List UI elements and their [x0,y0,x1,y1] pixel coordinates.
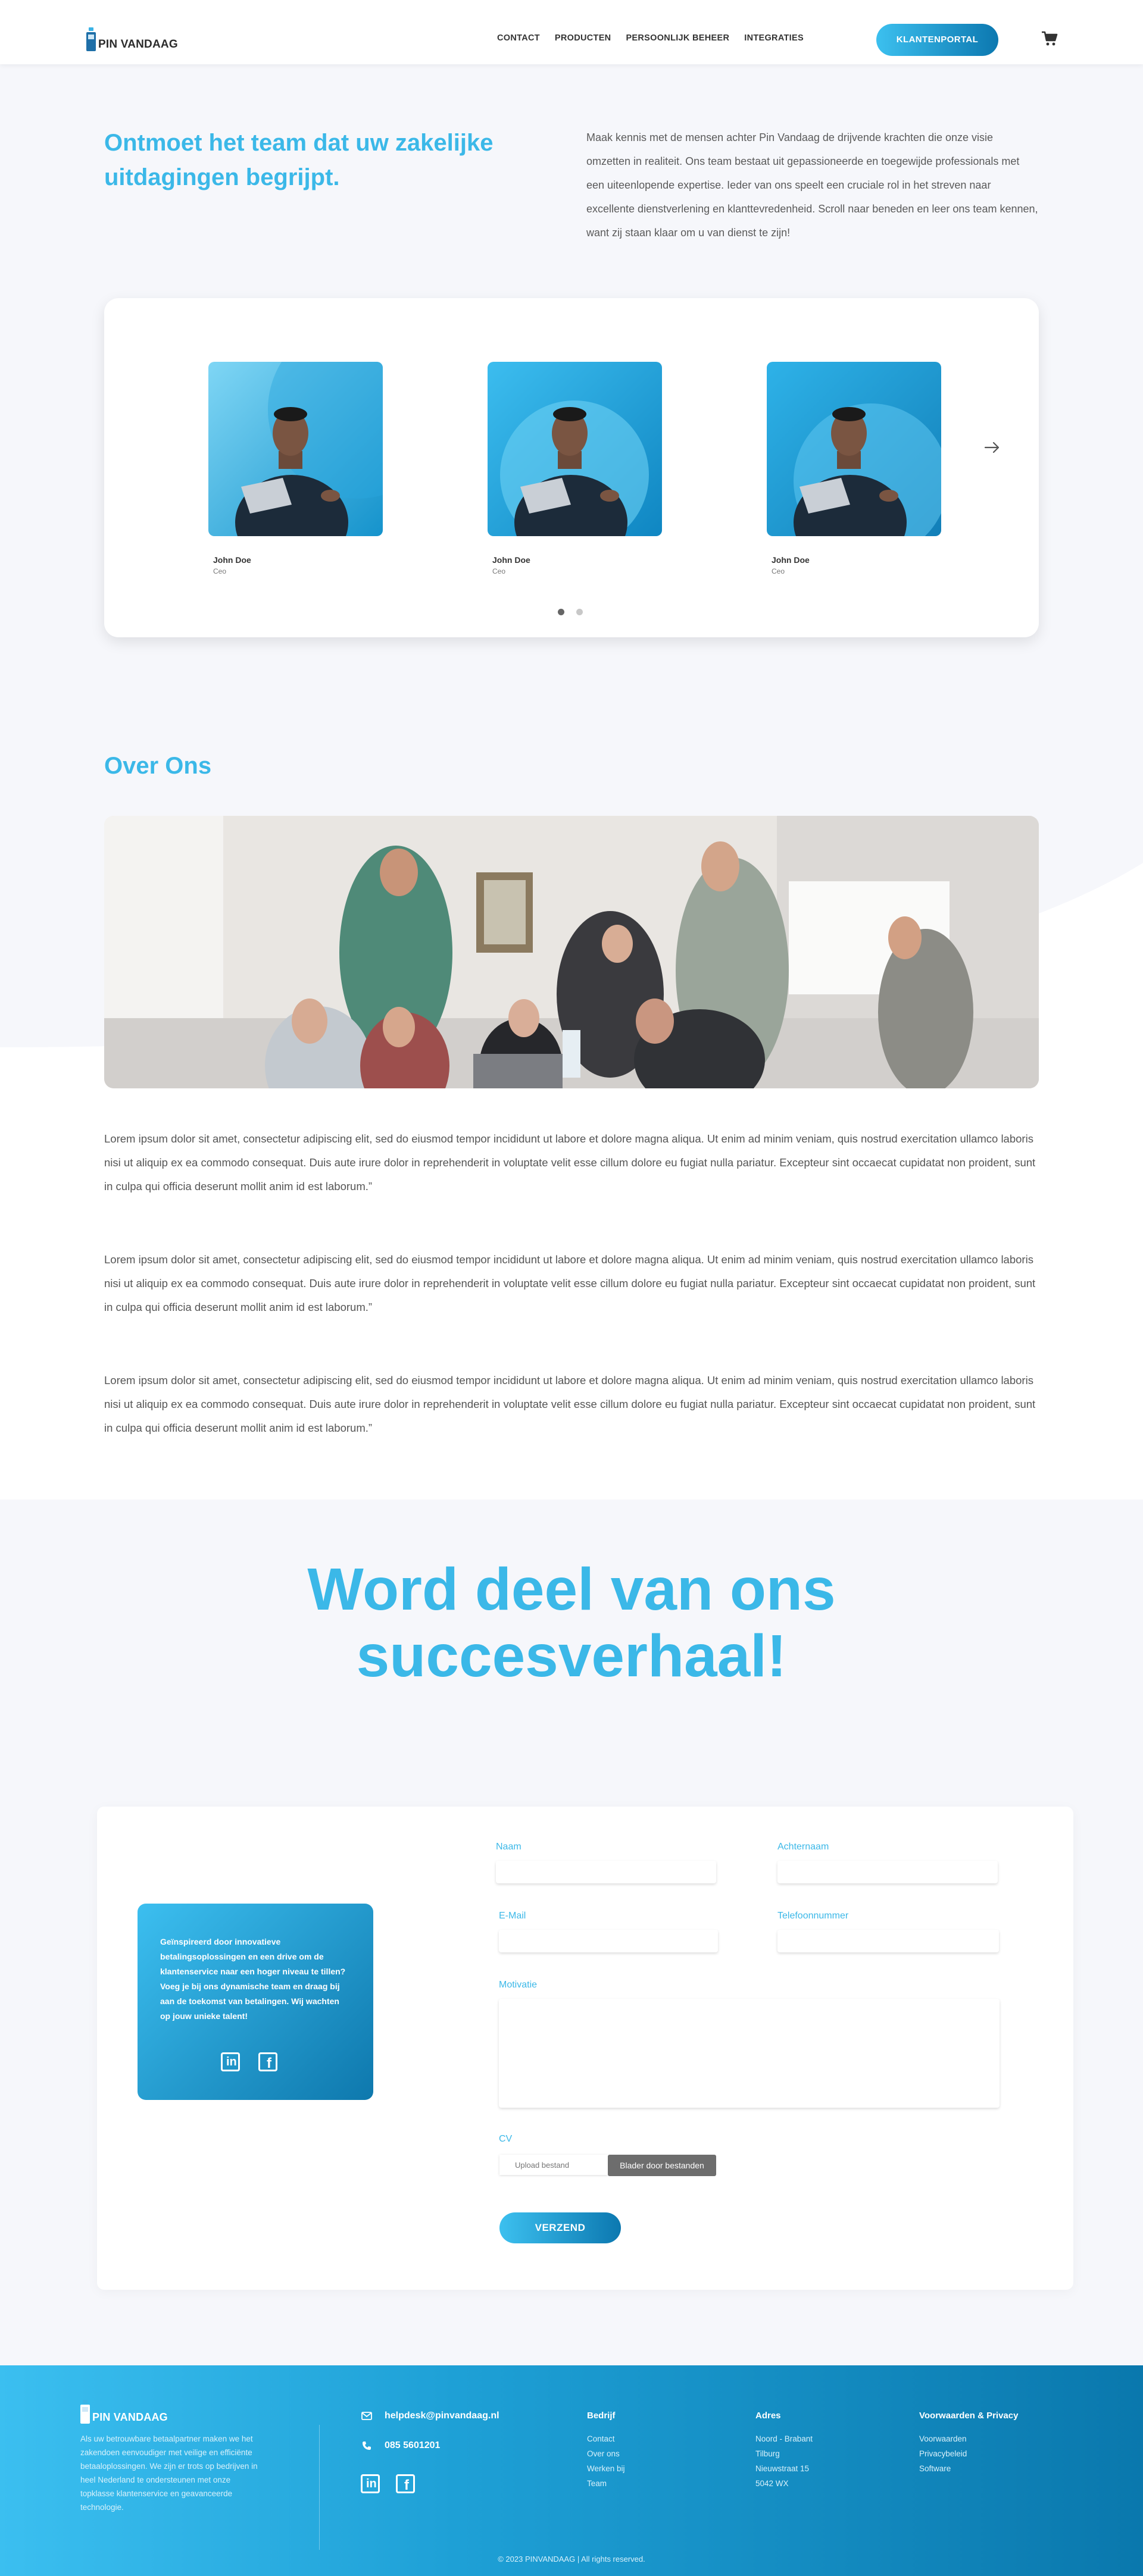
footer-email[interactable]: helpdesk@pinvandaag.nl [361,2411,499,2421]
about-title: Over Ons [104,753,212,779]
mail-icon [361,2412,373,2420]
pin-terminal-icon [80,2400,90,2424]
first-name-input[interactable] [496,1861,716,1883]
team-intro: Maak kennis met de mensen achter Pin Van… [586,132,1038,239]
copyright: © 2023 PINVANDAAG | All rights reserved. [498,2555,645,2564]
motivation-textarea[interactable] [499,1999,1000,2108]
nav-contact[interactable]: CONTACT [497,33,540,43]
team-member-card[interactable]: John Doe Ceo [488,362,662,575]
browse-files-button[interactable]: Blader door bestanden [608,2155,716,2176]
footer-link-software[interactable]: Software [919,2461,1018,2476]
footer-link-voorwaarden[interactable]: Voorwaarden [919,2431,1018,2446]
klantenportal-button[interactable]: KLANTENPORTAL [876,24,998,56]
carousel-dot[interactable] [576,609,583,615]
email-input[interactable] [499,1930,718,1952]
join-heading-line2: succesverhaal! [356,1623,787,1689]
footer-col-privacy: Voorwaarden & Privacy Voorwaarden Privac… [919,2411,1018,2476]
footer-logo[interactable]: PIN VANDAAG [80,2400,168,2424]
footer-link-over-ons[interactable]: Over ons [587,2446,625,2461]
nav-persoonlijk-beheer[interactable]: PERSOONLIJK BEHEER [626,33,729,43]
logo[interactable]: PIN VANDAAG [86,27,178,51]
team-member-photo [208,362,383,536]
pin-terminal-icon [86,27,96,51]
footer-address-line: Noord - Brabant [755,2434,813,2443]
join-heading-line1: Word deel van ons [307,1556,836,1623]
footer-phone[interactable]: 085 5601201 [361,2440,440,2451]
footer-address-line: 5042 WX [755,2479,789,2488]
first-name-label: Naam [496,1842,521,1852]
footer-link-privacybeleid[interactable]: Privacybeleid [919,2446,1018,2461]
cv-upload-field[interactable] [499,2155,608,2175]
footer-address-line: Nieuwstraat 15 [755,2464,810,2473]
main-nav: CONTACT PRODUCTEN PERSOONLIJK BEHEER INT… [497,33,819,43]
carousel-pagination [558,609,583,615]
footer-email-text: helpdesk@pinvandaag.nl [385,2411,499,2421]
footer-logo-text: PIN VANDAAG [92,2411,168,2423]
phone-label: Telefoonnummer [777,1911,849,1921]
team-member-name: John Doe [213,555,251,565]
join-heading: Word deel van ons succesverhaal! [0,1556,1143,1689]
info-card-text: Geïnspireerd door innovatieve betalingso… [160,1937,346,2021]
team-member-name: John Doe [492,555,530,565]
application-form-card: Geïnspireerd door innovatieve betalingso… [97,1807,1073,2290]
motivation-label: Motivatie [499,1980,538,1990]
last-name-input[interactable] [777,1861,998,1883]
cart-icon[interactable] [1041,31,1058,46]
about-paragraph: Lorem ipsum dolor sit amet, consectetur … [104,1253,1036,1313]
footer-phone-text: 085 5601201 [385,2440,441,2450]
phone-input[interactable] [777,1930,999,1952]
footer-about: Als uw betrouwbare betaalpartner maken w… [80,2434,258,2512]
team-member-name: John Doe [772,555,810,565]
site-header: PIN VANDAAG CONTACT PRODUCTEN PERSOONLIJ… [0,0,1143,64]
nav-integraties[interactable]: INTEGRATIES [744,33,804,43]
info-card: Geïnspireerd door innovatieve betalingso… [138,1904,373,2100]
team-member-role: Ceo [772,567,785,575]
team-member-photo [767,362,941,536]
cv-label: CV [499,2134,513,2144]
team-carousel: John Doe Ceo John Doe Ceo John Doe Ceo [104,298,1039,637]
submit-button[interactable]: VERZEND [499,2212,621,2243]
team-heading: Ontmoet het team dat uw zakelijke uitdag… [104,130,494,190]
footer-col-title: Voorwaarden & Privacy [919,2411,1019,2421]
arrow-right-icon[interactable] [979,439,1005,456]
linkedin-icon[interactable]: in [361,2474,380,2493]
footer-link-werken-bij[interactable]: Werken bij [587,2461,625,2476]
facebook-icon[interactable]: f [258,2052,277,2071]
footer-socials: in f [361,2474,415,2493]
nav-producten[interactable]: PRODUCTEN [555,33,611,43]
info-card-socials: in f [221,2052,277,2071]
team-member-card[interactable]: John Doe Ceo [767,362,941,575]
logo-text: PIN VANDAAG [98,38,178,51]
email-label: E-Mail [499,1911,526,1921]
facebook-icon[interactable]: f [396,2474,415,2493]
footer-divider [319,2425,320,2550]
footer-address-line: Tilburg [755,2449,780,2458]
footer-link-contact[interactable]: Contact [587,2431,625,2446]
team-group-photo [104,816,1039,1088]
about-paragraph: Lorem ipsum dolor sit amet, consectetur … [104,1132,1036,1192]
footer-col-bedrijf: Bedrijf Contact Over ons Werken bij Team [587,2411,625,2491]
team-member-role: Ceo [492,567,506,575]
about-paragraph: Lorem ipsum dolor sit amet, consectetur … [104,1374,1036,1434]
site-footer: PIN VANDAAG Als uw betrouwbare betaalpar… [0,2365,1143,2576]
linkedin-icon[interactable]: in [221,2052,240,2071]
team-member-role: Ceo [213,567,227,575]
phone-icon [361,2441,373,2450]
footer-col-title: Adres [755,2411,781,2421]
last-name-label: Achternaam [777,1842,829,1852]
footer-col-adres: Adres Noord - Brabant Tilburg Nieuwstraa… [755,2411,813,2491]
footer-col-title: Bedrijf [587,2411,616,2421]
footer-link-team[interactable]: Team [587,2476,625,2491]
team-member-photo [488,362,662,536]
team-member-card[interactable]: John Doe Ceo [208,362,383,575]
carousel-dot[interactable] [558,609,564,615]
